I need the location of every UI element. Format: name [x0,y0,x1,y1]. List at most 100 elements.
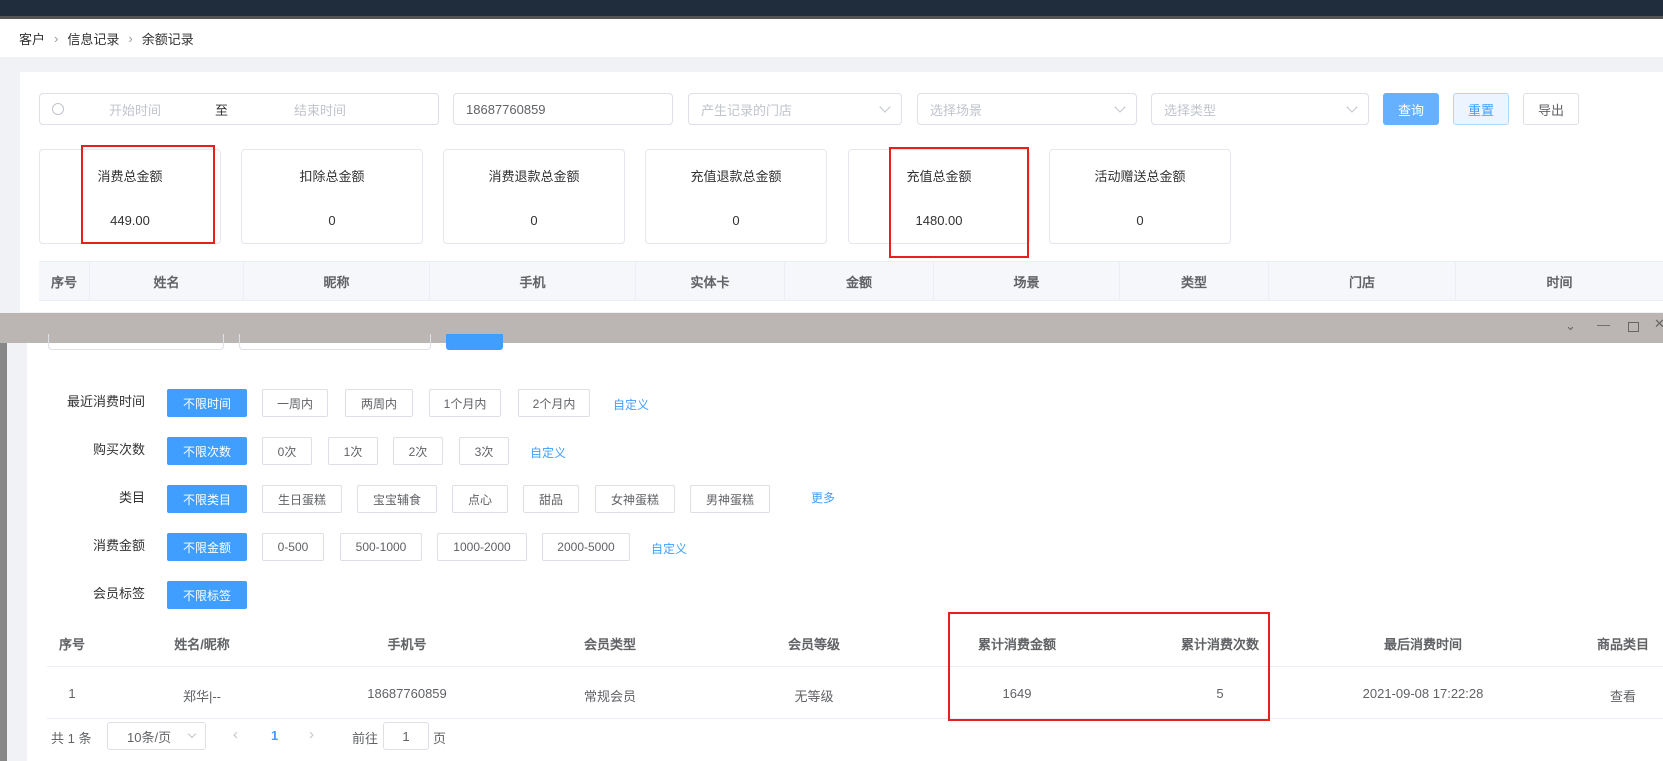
left-border [0,343,7,761]
breadcrumb-item-info-records[interactable]: 信息记录 [67,29,119,48]
scene-select-placeholder: 选择场景 [930,102,983,118]
category-option-goddess-cake[interactable]: 女神蛋糕 [595,485,675,513]
column-header: 时间 [1546,274,1573,290]
count-option-any[interactable]: 不限次数 [167,437,247,465]
column-header: 序号 [58,637,85,652]
goto-suffix: 页 [433,731,447,746]
category-option-baby-food[interactable]: 宝宝辅食 [357,485,437,513]
count-option-0[interactable]: 0次 [262,437,312,465]
recent-consumption-label: 最近消费时间 [66,394,145,409]
date-range-picker[interactable]: 开始时间 至 结束时间 [39,93,439,125]
category-option-god-cake[interactable]: 男神蛋糕 [690,485,770,513]
card-value: 0 [530,213,538,228]
amount-option-500-1000[interactable]: 500-1000 [340,533,422,561]
highlight-box [889,147,1029,258]
store-select[interactable]: 产生记录的门店 [688,93,902,125]
chevron-down-icon [1114,101,1126,113]
card-title: 扣除总金额 [299,169,365,184]
type-select[interactable]: 选择类型 [1151,93,1369,125]
column-header: 手机 [430,262,636,300]
category-label: 类目 [118,490,145,505]
column-header: 商品类目 [1596,637,1649,652]
card-title: 活动赠送总金额 [1094,169,1186,184]
range-separator: 至 [215,102,229,118]
column-header: 姓名 [90,262,244,300]
query-button[interactable]: 查询 [1383,93,1439,125]
breadcrumb-item-balance-records: 余额记录 [141,31,194,47]
count-option-2[interactable]: 2次 [393,437,443,465]
amount-option-2000-5000[interactable]: 2000-5000 [542,533,630,561]
amount-option-0-500[interactable]: 0-500 [262,533,324,561]
cell-index: 1 [68,686,76,701]
column-header: 姓名/昵称 [174,637,230,652]
category-option-dessert[interactable]: 甜品 [523,485,579,513]
phone-input[interactable]: 18687760859 [453,93,673,125]
recent-custom-link[interactable]: 自定义 [613,396,649,413]
column-header: 会员类型 [583,637,636,652]
amount-custom-link[interactable]: 自定义 [651,540,687,557]
clipped-input[interactable] [239,334,431,350]
column-header: 昵称 [244,262,430,300]
clipped-button[interactable] [446,334,503,350]
records-table-header: 序号 姓名 昵称 手机 实体卡 金额 场景 类型 门店 时间 [39,261,1663,301]
recent-option-1w[interactable]: 一周内 [262,389,328,417]
maximize-icon[interactable] [1628,322,1639,332]
highlight-box [81,145,215,244]
pagination-total: 共 1 条 [51,731,92,746]
count-option-3[interactable]: 3次 [459,437,509,465]
category-option-any[interactable]: 不限类目 [167,485,247,513]
phone-input-value: 18687760859 [466,101,546,117]
prev-page-icon[interactable]: ‹ [233,726,238,743]
column-header: 类型 [1120,262,1269,300]
recent-option-1m[interactable]: 1个月内 [429,389,501,417]
start-time-placeholder[interactable]: 开始时间 [109,100,179,119]
clipped-input[interactable] [48,334,224,350]
breadcrumb: 客户 › 信息记录 › 余额记录 [0,19,1663,57]
chevron-down-icon [879,101,891,113]
export-button[interactable]: 导出 [1523,93,1579,125]
top-bar [0,0,1663,16]
reset-button[interactable]: 重置 [1453,93,1509,125]
view-category-link[interactable]: 查看 [1583,686,1663,705]
count-option-1[interactable]: 1次 [328,437,378,465]
column-header: 金额 [785,262,934,300]
page-size-select[interactable]: 10条/页 [107,722,206,750]
category-option-pastry[interactable]: 点心 [452,485,508,513]
highlight-box [948,612,1270,721]
column-header: 会员等级 [787,637,840,652]
chevron-right-icon: › [54,30,59,46]
end-time-placeholder[interactable]: 结束时间 [294,100,346,119]
recent-option-2w[interactable]: 两周内 [345,389,413,417]
page-size-value: 10条/页 [127,729,172,745]
row-divider [47,718,1663,719]
category-more-link[interactable]: 更多 [811,489,835,506]
purchase-count-label: 购买次数 [92,442,145,457]
chevron-down-icon[interactable]: ⌄ [1565,318,1576,334]
chevron-right-icon: › [128,30,133,46]
summary-card-activity-gift: 活动赠送总金额 0 [1049,149,1231,244]
recent-option-any[interactable]: 不限时间 [167,389,247,417]
category-option-birthday-cake[interactable]: 生日蛋糕 [262,485,342,513]
tag-option-any[interactable]: 不限标签 [167,581,247,609]
card-title: 消费退款总金额 [488,169,580,184]
scene-select[interactable]: 选择场景 [917,93,1137,125]
cell-name: 郑华|-- [182,689,222,704]
consumption-amount-label: 消费金额 [92,538,145,553]
goto-prefix: 前往 [352,731,379,746]
next-page-icon[interactable]: › [309,726,314,743]
cell-member-type: 常规会员 [583,689,636,704]
card-value: 0 [1136,213,1144,228]
summary-card-consumption-refund: 消费退款总金额 0 [443,149,625,244]
header-divider [47,666,1663,667]
current-page[interactable]: 1 [271,728,278,743]
breadcrumb-item-customer[interactable]: 客户 [19,29,45,48]
goto-page-input[interactable]: 1 [383,722,429,750]
close-icon[interactable]: ✕ [1654,316,1663,332]
minimize-icon[interactable]: — [1597,317,1610,332]
chevron-down-icon [1346,101,1358,113]
recent-option-2m[interactable]: 2个月内 [518,389,590,417]
amount-option-any[interactable]: 不限金额 [167,533,247,561]
summary-card-recharge-refund: 充值退款总金额 0 [645,149,827,244]
amount-option-1000-2000[interactable]: 1000-2000 [437,533,527,561]
count-custom-link[interactable]: 自定义 [530,444,566,461]
